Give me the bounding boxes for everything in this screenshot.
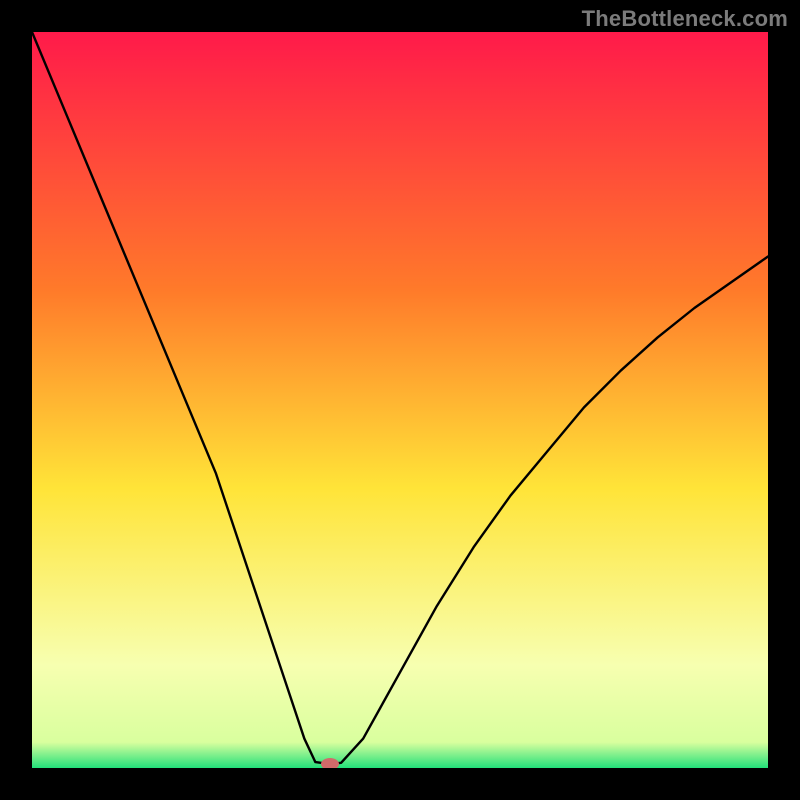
gradient-bg [32, 32, 768, 768]
watermark-text: TheBottleneck.com [582, 6, 788, 32]
optimum-marker [321, 758, 339, 768]
chart-frame: TheBottleneck.com [0, 0, 800, 800]
plot-area [32, 32, 768, 768]
chart-svg [32, 32, 768, 768]
